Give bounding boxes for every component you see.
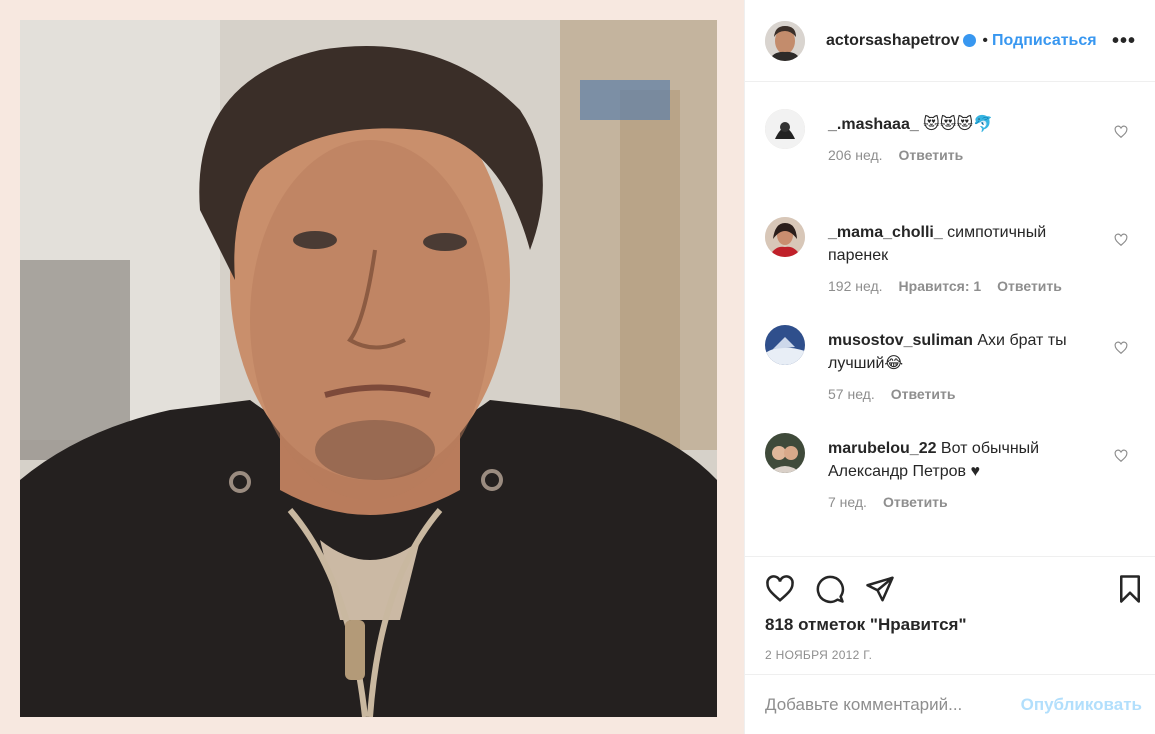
comment-icon[interactable] — [815, 574, 845, 604]
commenter-avatar[interactable] — [765, 433, 805, 473]
author-avatar[interactable] — [765, 20, 805, 61]
author-username[interactable]: actorsashapetrov — [826, 32, 959, 50]
comment-item: musostov_suliman Ахи брат ты лучший😂 57 … — [745, 311, 1155, 419]
comment-username[interactable]: _.mashaaa_ — [828, 116, 919, 133]
post-photo[interactable] — [20, 20, 717, 717]
comment-like-heart-icon[interactable] — [1114, 449, 1128, 463]
comment-username[interactable]: musostov_suliman — [828, 332, 973, 349]
comment-text: musostov_suliman Ахи брат ты лучший😂 — [828, 329, 1103, 375]
follow-button[interactable]: Подписаться — [992, 32, 1097, 50]
commenter-avatar[interactable] — [765, 109, 805, 149]
separator-dot: • — [982, 31, 988, 49]
comment-body: _mama_cholli_ симпотичный паренек 192 не… — [828, 203, 1103, 311]
comments-list: _.mashaaa_ 😻😻😻🐬 206 нед. Ответить _mama_… — [745, 95, 1155, 527]
comment-meta: 192 нед. Нравится: 1 Ответить — [828, 278, 1103, 294]
commenter-avatar[interactable] — [765, 217, 805, 257]
reply-button[interactable]: Ответить — [997, 278, 1062, 294]
reply-button[interactable]: Ответить — [899, 147, 964, 163]
comment-like-heart-icon[interactable] — [1114, 233, 1128, 247]
comment-age[interactable]: 192 нед. — [828, 278, 883, 294]
bookmark-icon[interactable] — [1115, 574, 1145, 604]
comment-meta: 206 нед. Ответить — [828, 147, 1103, 163]
post-actions: 818 отметок "Нравится" 2 НОЯБРЯ 2012 Г. — [745, 556, 1155, 674]
post-date[interactable]: 2 НОЯБРЯ 2012 Г. — [765, 648, 872, 662]
comment-meta: 57 нед. Ответить — [828, 386, 1103, 402]
publish-button[interactable]: Опубликовать — [1021, 695, 1142, 715]
comment-input[interactable] — [765, 694, 1021, 715]
comment-age[interactable]: 57 нед. — [828, 386, 875, 402]
comment-body: _.mashaaa_ 😻😻😻🐬 206 нед. Ответить — [828, 95, 1103, 203]
more-options-icon[interactable]: ••• — [1112, 30, 1136, 53]
comment-username[interactable]: marubelou_22 — [828, 440, 936, 457]
comment-like-heart-icon[interactable] — [1114, 125, 1128, 139]
post-header: actorsashapetrov • Подписаться ••• — [745, 0, 1155, 82]
post-details-panel: actorsashapetrov • Подписаться ••• _.mas… — [744, 0, 1155, 734]
comment-likes-count[interactable]: Нравится: 1 — [899, 278, 982, 294]
comment-username[interactable]: _mama_cholli_ — [828, 224, 943, 241]
comment-text: _.mashaaa_ 😻😻😻🐬 — [828, 113, 1103, 136]
like-heart-icon[interactable] — [765, 574, 795, 604]
comment-body: musostov_suliman Ахи брат ты лучший😂 57 … — [828, 311, 1103, 419]
comment-age[interactable]: 206 нед. — [828, 147, 883, 163]
reply-button[interactable]: Ответить — [883, 494, 948, 510]
comment-age[interactable]: 7 нед. — [828, 494, 867, 510]
comment-text: marubelou_22 Вот обычный Александр Петро… — [828, 437, 1103, 483]
commenter-avatar[interactable] — [765, 325, 805, 365]
comment-item: _mama_cholli_ симпотичный паренек 192 не… — [745, 203, 1155, 311]
comment-body: marubelou_22 Вот обычный Александр Петро… — [828, 419, 1103, 527]
comment-item: _.mashaaa_ 😻😻😻🐬 206 нед. Ответить — [745, 95, 1155, 203]
selfie-image — [20, 20, 717, 717]
comment-like-heart-icon[interactable] — [1114, 341, 1128, 355]
comment-text: _mama_cholli_ симпотичный паренек — [828, 221, 1103, 267]
comment-meta: 7 нед. Ответить — [828, 494, 1103, 510]
paper-plane-icon[interactable] — [865, 574, 895, 604]
comment-item: marubelou_22 Вот обычный Александр Петро… — [745, 419, 1155, 527]
comment-message: 😻😻😻🐬 — [918, 116, 994, 133]
likes-count[interactable]: 818 отметок "Нравится" — [765, 615, 967, 635]
add-comment-bar: Опубликовать — [745, 674, 1155, 734]
photo-area — [0, 0, 744, 734]
reply-button[interactable]: Ответить — [891, 386, 956, 402]
verified-badge-icon — [963, 34, 977, 47]
